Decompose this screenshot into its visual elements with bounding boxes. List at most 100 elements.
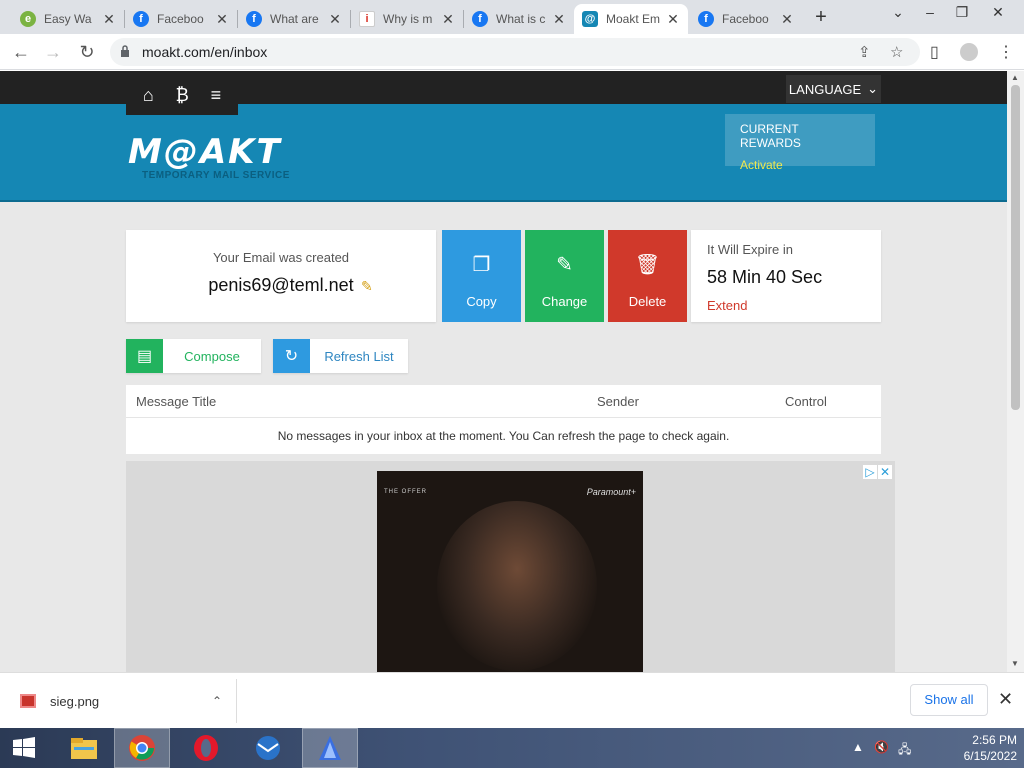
minimize-icon[interactable]: – [918,4,942,20]
bitcoin-icon[interactable]: ₿ [176,85,189,106]
scroll-up-icon[interactable]: ▲ [1011,73,1019,82]
page-viewport: LANGUAGE ⌄ ⌂ ₿ ≡ M@AKT TEMPORARY MAIL SE… [0,71,1007,672]
rewards-title: CURRENT REWARDS [740,122,801,150]
delete-button[interactable]: 🗑 Delete [608,230,687,322]
close-shelf-icon[interactable]: ✕ [998,689,1013,710]
site-header: M@AKT TEMPORARY MAIL SERVICE CURRENT REW… [0,104,1007,202]
speaker-muted-icon[interactable]: 🔇 [874,740,889,754]
copy-button[interactable]: ❐ Copy [442,230,521,322]
expiry-time: 58 Min 40 Sec [707,267,823,287]
browser-tab[interactable]: e Easy Wa ✕ [12,4,124,34]
chevron-up-icon[interactable]: ⌃ [212,694,222,708]
close-tab-icon[interactable]: ✕ [552,11,566,28]
scrollbar-thumb[interactable] [1011,85,1020,410]
browser-tab[interactable]: f Faceboo ✕ [690,4,802,34]
page-scrollbar[interactable]: ▲ ▼ [1007,71,1024,672]
download-file-name: sieg.png [50,693,100,709]
restore-icon[interactable]: ❐ [950,4,974,21]
rewards-box: CURRENT REWARDS Activate [725,114,875,172]
reload-icon[interactable]: ↻ [76,41,98,63]
browser-toolbar: ← → ↻ moakt.com/en/inbox ⇪ ☆ ▯ ⋮ [0,34,1024,70]
inbox-table: Message Title Sender Control No messages… [126,385,881,454]
opera-icon[interactable] [178,728,234,768]
scroll-down-icon[interactable]: ▼ [1011,659,1019,668]
close-tab-icon[interactable]: ✕ [215,11,229,28]
mail-app-icon[interactable] [240,728,296,768]
rewards-activate-link[interactable]: Activate [740,158,860,172]
back-icon[interactable]: ← [10,41,32,63]
close-window-icon[interactable]: ✕ [986,4,1010,21]
facebook-favicon-icon: f [246,11,262,27]
menu-kebab-icon[interactable]: ⋮ [998,42,1014,62]
close-tab-icon[interactable]: ✕ [666,11,680,28]
close-tab-icon[interactable]: ✕ [780,11,794,28]
moakt-logo[interactable]: M@AKT TEMPORARY MAIL SERVICE [128,132,289,181]
compose-button[interactable]: ▤ Compose [126,339,261,373]
edit-list-icon: ✎ [556,254,573,276]
tab-search-icon[interactable]: ⌄ [886,4,910,21]
adchoices-icon[interactable]: ▷ [863,465,877,479]
browser-tab[interactable]: f Faceboo ✕ [125,4,237,34]
close-tab-icon[interactable]: ✕ [441,11,455,28]
image-file-icon [20,694,36,708]
easy-favicon-icon: e [20,11,36,27]
network-icon[interactable]: 🖧 [898,740,911,761]
tab-title: Faceboo [157,12,204,26]
browser-tab[interactable]: i Why is m ✕ [351,4,463,34]
facebook-favicon-icon: f [472,11,488,27]
email-card: Your Email was created penis69@teml.net … [126,230,436,322]
column-message-title: Message Title [136,394,217,409]
ad-video-frame [437,501,597,671]
facebook-favicon-icon: f [133,11,149,27]
home-icon[interactable]: ⌂ [143,85,154,106]
app-taskbar-icon[interactable] [302,728,358,768]
menu-icon[interactable]: ≡ [211,85,222,106]
refresh-icon: ↻ [273,339,310,373]
edit-pencil-icon[interactable]: ✎ [361,278,373,295]
show-all-button[interactable]: Show all [910,684,988,716]
browser-tab-active[interactable]: @ Moakt Em ✕ [574,4,688,34]
address-bar[interactable]: moakt.com/en/inbox ⇪ ☆ [110,38,920,66]
close-tab-icon[interactable]: ✕ [102,11,116,28]
profile-avatar-icon[interactable] [960,43,978,61]
tab-title: Moakt Em [606,12,661,26]
column-control: Control [785,394,827,409]
forward-icon[interactable]: → [42,41,64,63]
expiry-label: It Will Expire in [707,242,793,257]
extend-link[interactable]: Extend [707,298,865,313]
refresh-list-button[interactable]: ↻ Refresh List [273,339,408,373]
browser-tab-strip: e Easy Wa ✕ f Faceboo ✕ f What are ✕ i W… [0,0,1024,34]
tab-title: What is c [496,12,546,26]
new-tab-icon[interactable]: + [810,6,832,28]
taskbar-clock[interactable]: 2:56 PM 6/15/2022 [945,732,1017,764]
ad-caption-left: THE OFFER [384,489,427,495]
tab-title: Easy Wa [44,12,92,26]
tray-overflow-icon[interactable]: ▲ [852,740,864,754]
star-icon[interactable]: ☆ [890,43,903,61]
browser-tab[interactable]: f What are ✕ [238,4,350,34]
change-button[interactable]: ✎ Change [525,230,604,322]
language-dropdown[interactable]: LANGUAGE ⌄ [786,75,881,103]
chrome-taskbar-icon[interactable] [114,728,170,768]
windows-start-icon[interactable] [0,728,48,768]
ad-video[interactable]: THE OFFER Paramount+ [377,471,643,672]
language-label: LANGUAGE [788,81,862,97]
download-shelf: sieg.png ⌃ Show all ✕ [0,672,1024,728]
delete-label: Delete [628,294,667,309]
file-explorer-icon[interactable] [56,728,112,768]
close-tab-icon[interactable]: ✕ [328,11,342,28]
url-text: moakt.com/en/inbox [142,44,268,60]
browser-tab[interactable]: f What is c ✕ [464,4,574,34]
clock-time: 2:56 PM [972,733,1017,747]
expiry-card: It Will Expire in 58 Min 40 Sec Extend [691,230,881,322]
windows-taskbar: ▲ 🔇 🖧 2:56 PM 6/15/2022 [0,728,1024,768]
side-panel-icon[interactable]: ▯ [930,42,939,62]
advertisement[interactable]: THE OFFER Paramount+ ▷ ✕ [126,461,895,672]
logo-subtitle: TEMPORARY MAIL SERVICE [142,170,290,181]
refresh-label: Refresh List [324,348,394,364]
moakt-favicon-icon: @ [582,11,598,27]
tab-title: Faceboo [722,12,769,26]
ad-close-icon[interactable]: ✕ [878,465,892,479]
share-icon[interactable]: ⇪ [858,43,871,61]
download-item[interactable]: sieg.png ⌃ [16,681,236,721]
